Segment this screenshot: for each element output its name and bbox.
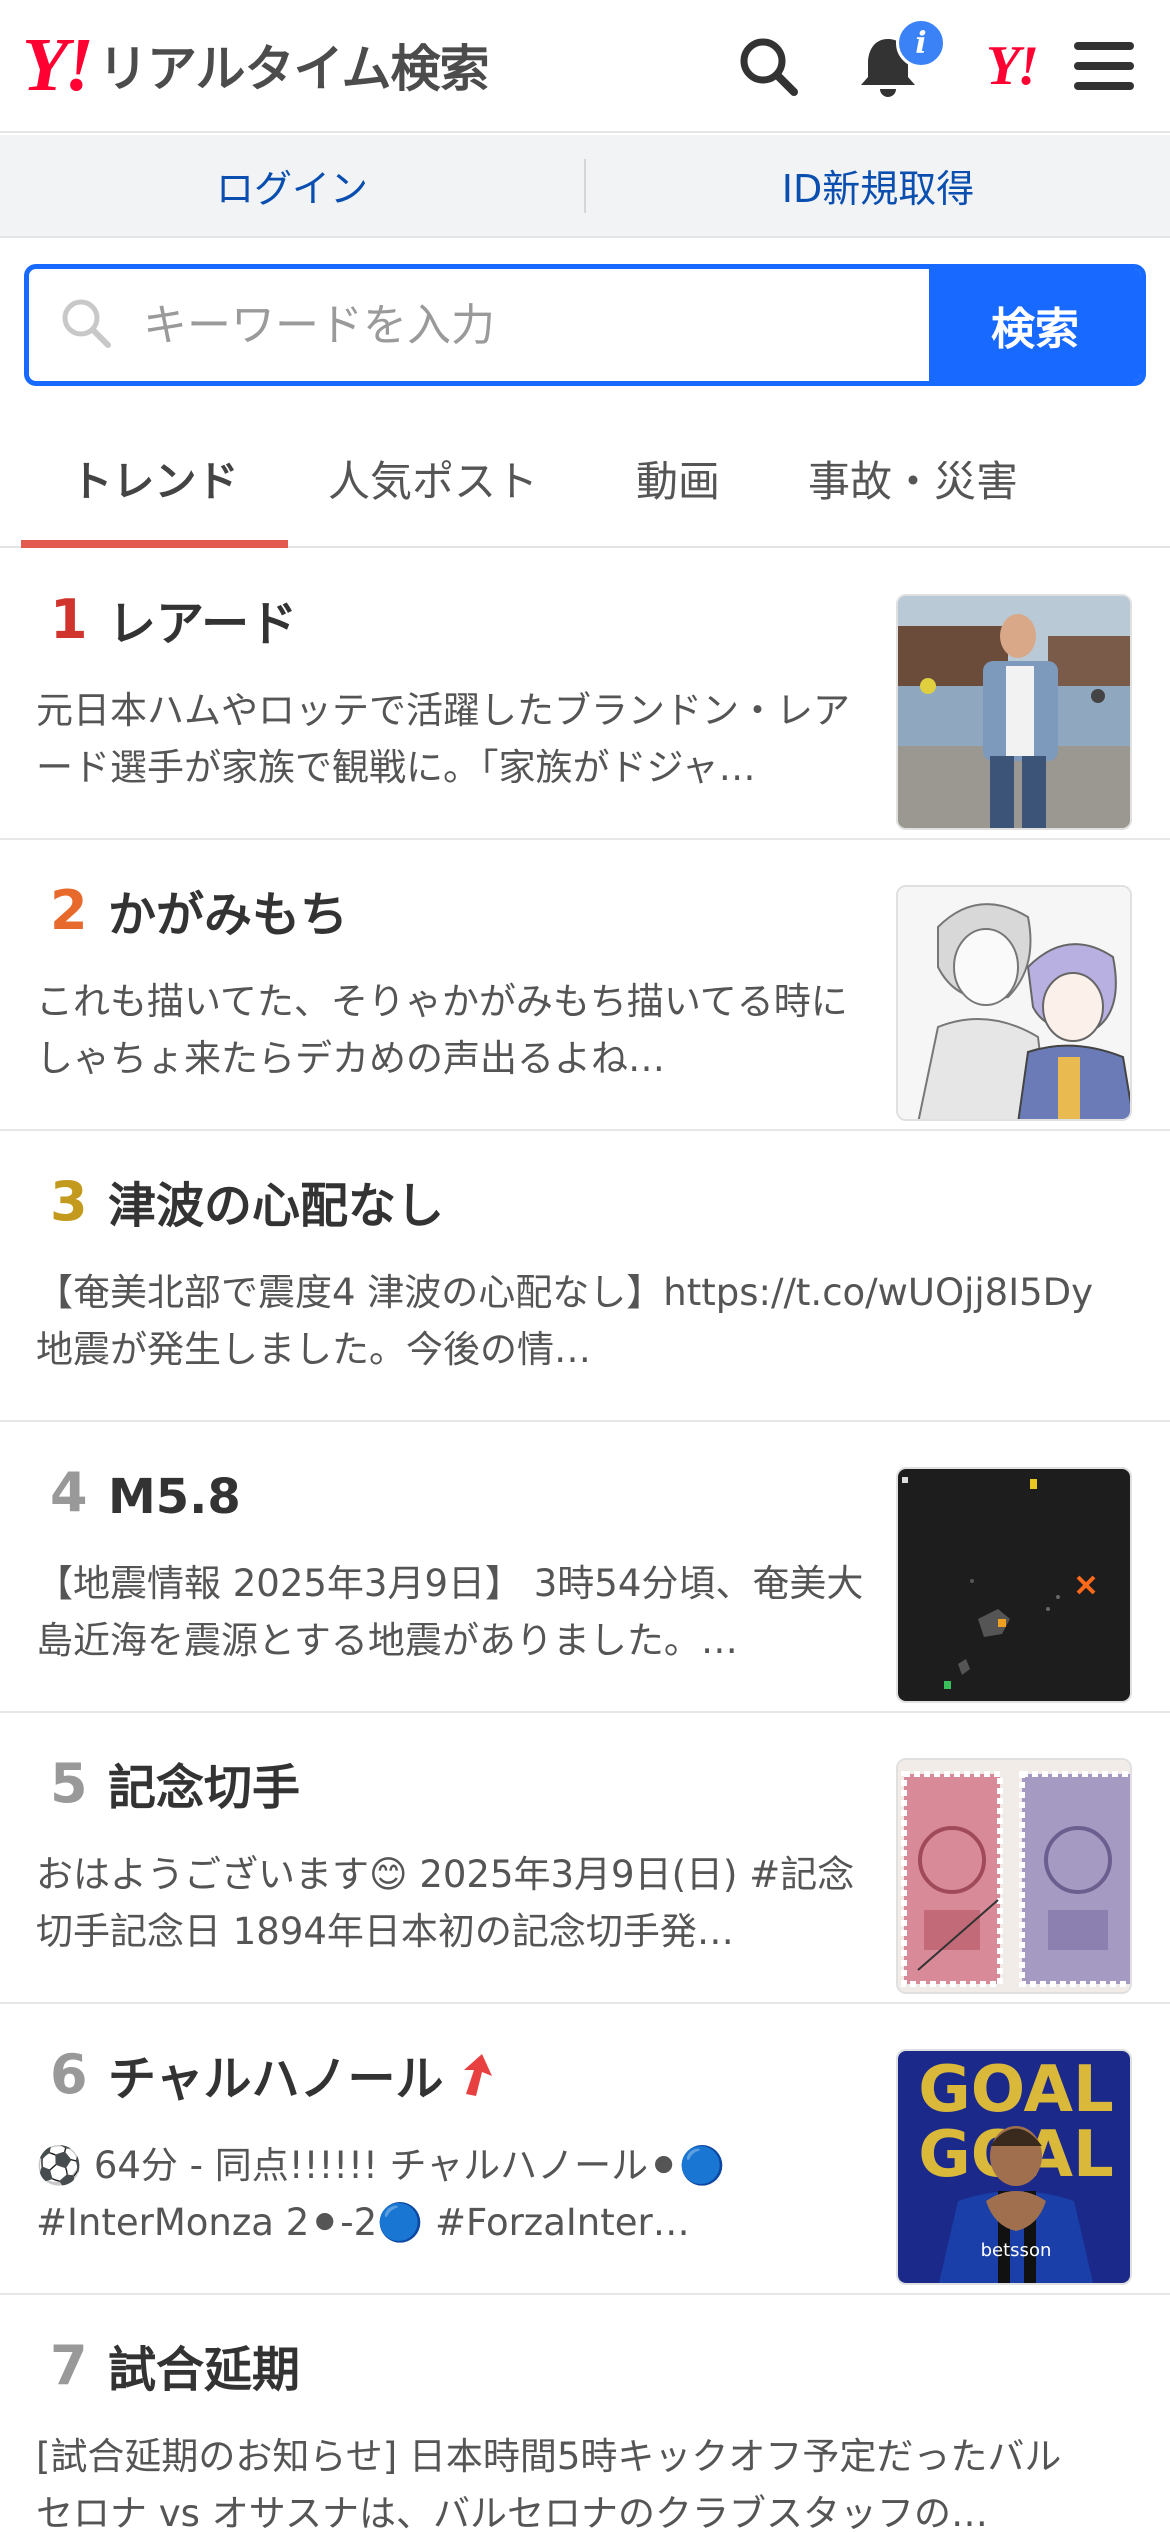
- trend-description: ⚽ 64分 - 同点!!!!!! チャルハノール⚫🔵 #InterMonza 2…: [36, 2144, 726, 2244]
- yahoo-logo-mark: Y!: [22, 23, 94, 107]
- search-field[interactable]: [29, 269, 929, 381]
- search-button[interactable]: 検索: [929, 269, 1141, 381]
- trend-title: 試合延期: [108, 2342, 301, 2398]
- trend-thumbnail-man-photo: [896, 594, 1132, 830]
- trend-rank: 4: [50, 1461, 88, 1524]
- trend-item-1[interactable]: 1 レアード 元日本ハムやロッテで活躍したブランドン・レアード選手が家族で観戦に…: [0, 550, 1170, 840]
- tab-trend[interactable]: トレンド: [21, 410, 288, 548]
- trend-rank: 1: [50, 588, 88, 651]
- category-tabs: トレンド 人気ポスト 動画 事故・災害: [0, 410, 1170, 548]
- trend-title: レアード: [108, 596, 298, 652]
- trend-thumbnail-stamps: [896, 1758, 1132, 1994]
- trend-rank: 3: [50, 1170, 88, 1233]
- trend-title: 津波の心配なし: [108, 1178, 445, 1234]
- trend-item-7[interactable]: 7 試合延期 [試合延期のお知らせ] 日本時間5時キックオフ予定だったバルセロナ…: [0, 2296, 1170, 2532]
- tab-accidents-disasters[interactable]: 事故・災害: [778, 410, 1048, 546]
- menu-icon[interactable]: [1066, 28, 1142, 104]
- trend-rank: 2: [50, 879, 88, 942]
- trend-title: 記念切手: [108, 1760, 301, 1816]
- trend-description: [試合延期のお知らせ] 日本時間5時キックオフ予定だったバルセロナ vs オサス…: [36, 2435, 1062, 2532]
- search-icon[interactable]: [730, 28, 806, 104]
- trend-rank: 5: [50, 1752, 88, 1815]
- notification-badge: i: [896, 18, 946, 68]
- trend-rank: 6: [50, 2043, 88, 2106]
- trend-thumbnail-soccer-player: GOAL GOAL betsson: [896, 2049, 1132, 2285]
- header: Y! リアルタイム検索 i Y!: [0, 0, 1170, 133]
- trend-title: チャルハノール: [108, 2049, 496, 2112]
- tab-videos[interactable]: 動画: [578, 410, 778, 546]
- account-bar: ログイン ID新規取得: [0, 135, 1170, 238]
- trend-item-4[interactable]: 4 M5.8 【地震情報 2025年3月9日】 3時54分頃、奄美大島近海を震源…: [0, 1423, 1170, 1713]
- svg-text:betsson: betsson: [981, 2240, 1052, 2261]
- trend-description: おはようございます😊 2025年3月9日(日) #記念切手記念日 1894年日本…: [36, 1853, 855, 1953]
- search-field-icon: [59, 296, 113, 354]
- svg-text:GOAL: GOAL: [918, 2053, 1114, 2127]
- search-box: 検索: [24, 264, 1146, 386]
- trend-title: かがみもち: [108, 887, 349, 943]
- tab-popular-posts[interactable]: 人気ポスト: [288, 410, 578, 546]
- trend-item-5[interactable]: 5 記念切手 おはようございます😊 2025年3月9日(日) #記念切手記念日 …: [0, 1714, 1170, 2004]
- trend-thumbnail-anime-illustration: [896, 885, 1132, 1121]
- search-input[interactable]: [143, 299, 843, 351]
- trend-rank: 7: [50, 2334, 88, 2397]
- rising-arrow-icon: [456, 2052, 496, 2112]
- trend-item-2[interactable]: 2 かがみもち これも描いてた、そりゃかがみもち描いてる時にしゃちょ来たらデカめ…: [0, 841, 1170, 1131]
- yahoo-small-logo: Y!: [986, 35, 1039, 97]
- yahoo-japan-link[interactable]: Y!: [966, 28, 1056, 104]
- trend-description: 元日本ハムやロッテで活躍したブランドン・レアード選手が家族で観戦に。「家族がドジ…: [36, 689, 850, 789]
- trend-item-3[interactable]: 3 津波の心配なし 【奄美北部で震度4 津波の心配なし】https://t.co…: [0, 1132, 1170, 1422]
- register-link[interactable]: ID新規取得: [586, 158, 1170, 213]
- logo-title: リアルタイム検索: [98, 40, 489, 98]
- login-link[interactable]: ログイン: [0, 158, 584, 213]
- trend-description: 【地震情報 2025年3月9日】 3時54分頃、奄美大島近海を震源とする地震があ…: [36, 1562, 864, 1662]
- trend-title-text: チャルハノール: [108, 2051, 444, 2107]
- trend-thumbnail-earthquake-map: [896, 1467, 1132, 1703]
- trend-description: 【奄美北部で震度4 津波の心配なし】https://t.co/wUOjj8I5D…: [36, 1271, 1094, 1371]
- yahoo-realtime-logo[interactable]: Y! リアルタイム検索: [22, 23, 489, 107]
- trend-item-6[interactable]: 6 チャルハノール ⚽ 64分 - 同点!!!!!! チャルハノール⚫🔵 #In…: [0, 2005, 1170, 2295]
- trend-title: M5.8: [108, 1469, 241, 1525]
- trend-description: これも描いてた、そりゃかがみもち描いてる時にしゃちょ来たらデカめの声出るよね…: [36, 980, 848, 1080]
